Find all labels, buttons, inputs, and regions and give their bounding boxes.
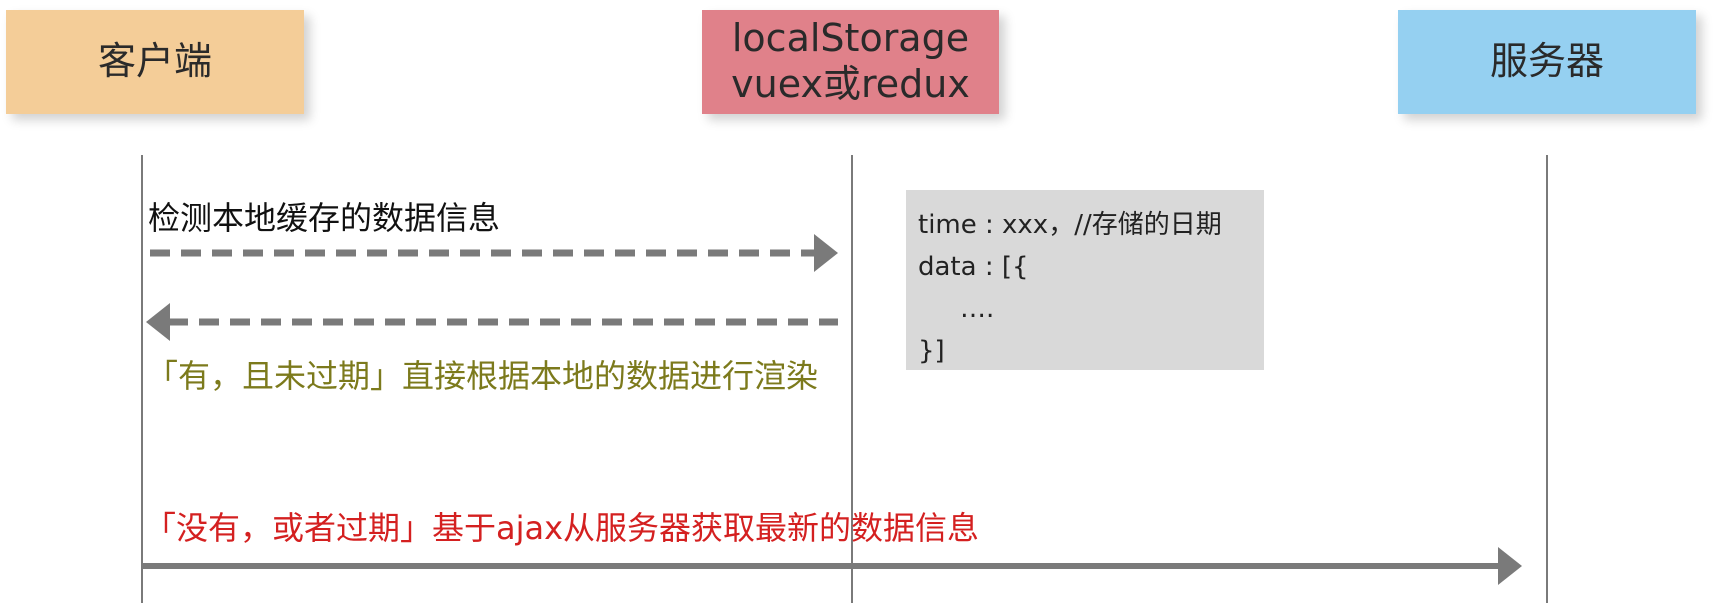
message-check-local: 检测本地缓存的数据信息	[148, 199, 501, 237]
note-line-time: time : xxx，//存储的日期	[918, 210, 1222, 240]
note-line-close: }]	[918, 336, 945, 366]
note-line-ellipsis: ….	[960, 294, 995, 324]
storage-format-note: time : xxx，//存储的日期 data : [{ …. }]	[906, 190, 1264, 370]
arrow-check-local-head	[814, 234, 838, 272]
message-valid-render: 「有，且未过期」直接根据本地的数据进行渲染	[146, 357, 819, 395]
message-fetch-server: 「没有，或者过期」基于ajax从服务器获取最新的数据信息	[144, 509, 980, 547]
arrow-fetch-head	[1498, 547, 1522, 585]
arrow-return-head	[146, 303, 170, 341]
note-line-data: data : [{	[918, 252, 1029, 282]
